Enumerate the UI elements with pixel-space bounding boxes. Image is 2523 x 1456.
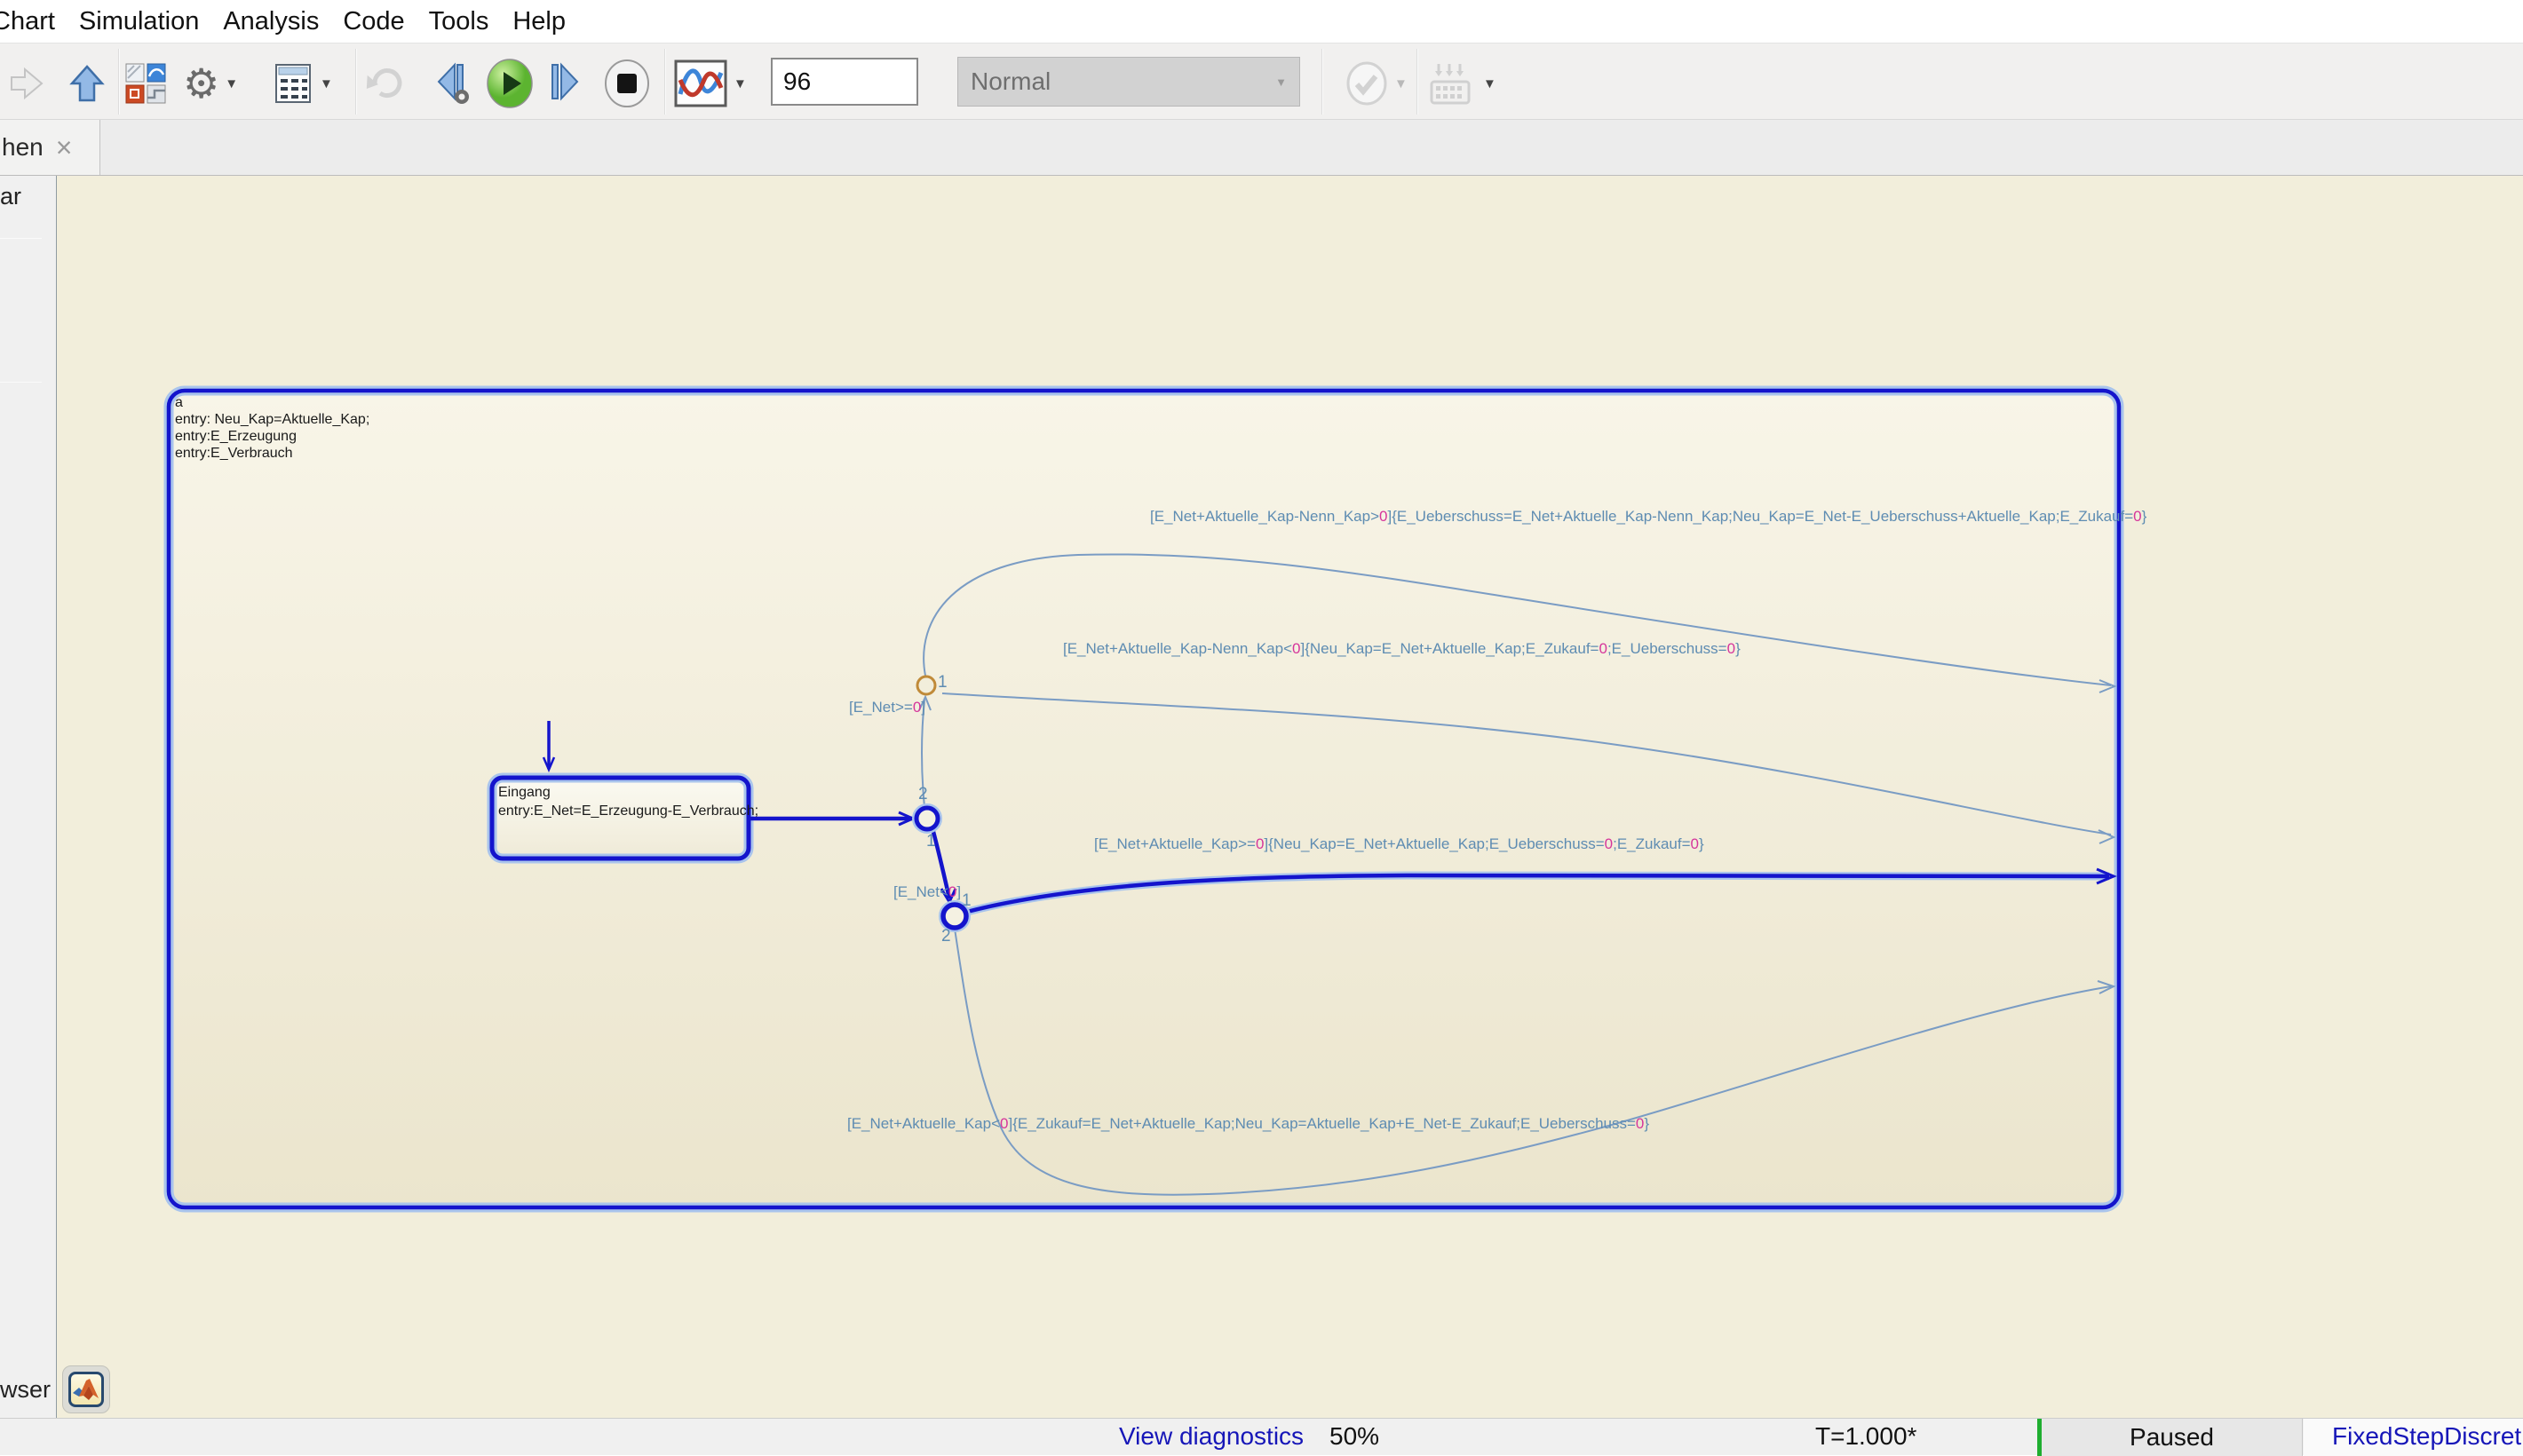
update-diagram-button[interactable]: ▼ xyxy=(1345,63,1408,104)
state-a-title: a xyxy=(175,394,369,411)
check-circle-icon xyxy=(1345,61,1389,106)
solver-area: FixedStepDiscret xyxy=(2304,1419,2523,1456)
menu-bar: Chart Simulation Analysis Code Tools Hel… xyxy=(0,0,2523,43)
chart-tab-label: hen xyxy=(2,133,44,162)
menu-simulation[interactable]: Simulation xyxy=(79,7,199,36)
toolbar: ⚙ ▼ ▼ xyxy=(0,43,2523,120)
stateflow-canvas[interactable]: a entry: Neu_Kap=Aktuelle_Kap; entry:E_E… xyxy=(57,176,2523,1418)
state-eingang-title: Eingang xyxy=(498,783,758,802)
stop-button[interactable] xyxy=(602,63,652,104)
left-panel-strip: ar wser xyxy=(0,176,57,1418)
simulation-state-text: Paused xyxy=(2130,1423,2214,1452)
inspector-caret-icon[interactable]: ▼ xyxy=(734,76,747,91)
deploy-button[interactable]: ▼ xyxy=(1428,63,1496,104)
matlab-badge-button[interactable] xyxy=(62,1365,110,1413)
transition-label-t3[interactable]: [E_Net+Aktuelle_Kap>=0]{Neu_Kap=E_Net+Ak… xyxy=(1094,835,1704,853)
update-caret-icon[interactable]: ▼ xyxy=(1394,76,1408,91)
chart-tab[interactable]: hen × xyxy=(0,120,100,175)
fast-restart-button[interactable] xyxy=(362,63,414,104)
transition-label-t2[interactable]: [E_Net+Aktuelle_Kap-Nenn_Kap<0]{Neu_Kap=… xyxy=(1063,640,1741,658)
fast-restart-icon xyxy=(362,62,414,105)
forward-button[interactable] xyxy=(7,63,46,104)
junction-3-branch-number: 2 xyxy=(941,927,951,946)
menu-help[interactable]: Help xyxy=(512,7,566,36)
toolbar-separator xyxy=(664,49,666,115)
toolbar-separator xyxy=(1416,49,1418,115)
play-icon xyxy=(484,58,536,109)
step-forward-button[interactable] xyxy=(547,63,590,104)
menu-analysis[interactable]: Analysis xyxy=(223,7,319,36)
guard-label-enet-lt0[interactable]: [E_Net<0] xyxy=(893,883,961,901)
run-button[interactable] xyxy=(484,63,536,104)
state-a-text[interactable]: a entry: Neu_Kap=Aktuelle_Kap; entry:E_E… xyxy=(175,394,369,462)
junction-2[interactable] xyxy=(916,808,938,829)
table-icon xyxy=(272,62,314,105)
simulation-mode-value: Normal xyxy=(971,67,1051,96)
stop-icon xyxy=(602,59,652,108)
toolbar-separator xyxy=(355,49,357,115)
solver-name-link[interactable]: FixedStepDiscret xyxy=(2332,1422,2521,1451)
guard-label-enet-ge0[interactable]: [E_Net>=0] xyxy=(849,699,925,716)
step-back-button[interactable] xyxy=(430,63,476,104)
step-back-icon xyxy=(430,60,476,107)
menu-code[interactable]: Code xyxy=(343,7,404,36)
view-diagnostics-link[interactable]: View diagnostics xyxy=(1119,1422,1304,1451)
sample-time-input[interactable] xyxy=(771,58,918,106)
junction-2-branch-number: 1 xyxy=(926,832,936,851)
toolbar-separator xyxy=(1321,49,1323,115)
settings-caret-icon[interactable]: ▼ xyxy=(225,76,238,91)
zoom-level: 50% xyxy=(1329,1422,1379,1451)
junction-orange[interactable] xyxy=(917,677,935,694)
tab-close-icon[interactable]: × xyxy=(56,134,73,161)
transition-label-t1[interactable]: [E_Net+Aktuelle_Kap-Nenn_Kap>0]{E_Uebers… xyxy=(1150,508,2146,526)
mode-caret-icon: ▼ xyxy=(1275,75,1287,89)
forward-arrow-icon xyxy=(7,64,46,103)
library-browser-button[interactable] xyxy=(124,63,167,104)
left-panel-divider xyxy=(0,382,42,383)
chart-graphics xyxy=(57,176,2523,1418)
menu-tools[interactable]: Tools xyxy=(429,7,489,36)
status-bar: View diagnostics 50% T=1.000* Paused Fix… xyxy=(0,1418,2523,1455)
scope-icon xyxy=(673,59,728,108)
up-arrow-icon xyxy=(67,64,107,103)
junction-2-branch-number: 2 xyxy=(918,785,928,804)
toolbar-separator xyxy=(118,49,120,115)
deploy-caret-icon[interactable]: ▼ xyxy=(1483,76,1496,91)
settings-button[interactable]: ⚙ ▼ xyxy=(183,63,238,104)
matlab-logo-frame xyxy=(68,1372,104,1407)
simulation-time: T=1.000* xyxy=(1815,1422,1916,1451)
symbols-pane-button[interactable]: ▼ xyxy=(272,63,333,104)
menu-chart[interactable]: Chart xyxy=(0,7,55,36)
state-eingang-text[interactable]: Eingang entry:E_Net=E_Erzeugung-E_Verbra… xyxy=(498,783,758,820)
up-to-parent-button[interactable] xyxy=(67,63,107,104)
step-forward-icon xyxy=(547,62,590,105)
library-icon xyxy=(124,62,167,105)
simulation-state-badge: Paused xyxy=(2037,1419,2303,1456)
left-panel-top-text: ar xyxy=(0,183,21,210)
transition-label-t4[interactable]: [E_Net+Aktuelle_Kap<0]{E_Zukauf=E_Net+Ak… xyxy=(847,1115,1649,1133)
junction-3-branch-number: 1 xyxy=(962,891,972,911)
simulation-mode-dropdown[interactable]: Normal ▼ xyxy=(957,57,1300,107)
simulation-data-inspector-button[interactable]: ▼ xyxy=(673,63,747,104)
document-tab-bar: hen × xyxy=(0,120,2523,176)
deploy-grid-icon xyxy=(1428,60,1478,107)
left-panel-divider xyxy=(0,238,42,239)
left-panel-bottom-text: wser xyxy=(0,1376,51,1404)
symbols-caret-icon[interactable]: ▼ xyxy=(320,76,333,91)
gear-icon: ⚙ xyxy=(183,63,219,104)
junction-1-branch-number: 1 xyxy=(938,673,948,692)
matlab-logo-icon xyxy=(72,1377,100,1402)
